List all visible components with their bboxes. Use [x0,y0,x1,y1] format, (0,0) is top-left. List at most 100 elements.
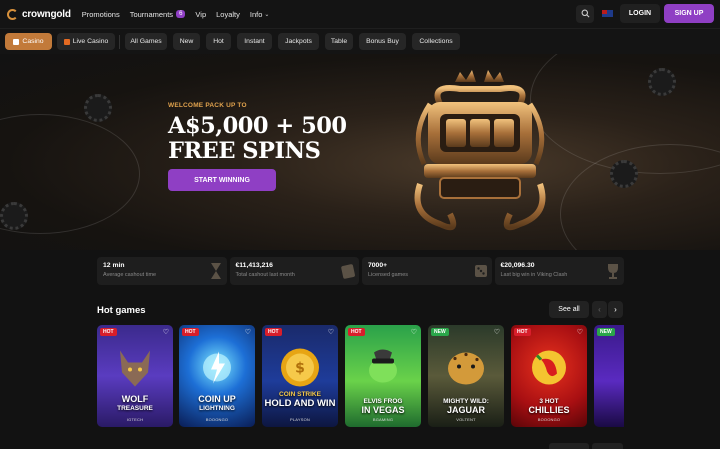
game-title: WOLF TREASURE [97,395,173,413]
game-card[interactable]: HOT ♡ WOLF TREASURE IGTECH [97,325,173,427]
game-card[interactable]: $ HOT ♡ COIN STRIKE HOLD AND WIN PLAYSON [262,325,338,427]
logo[interactable]: crowngold [7,8,71,20]
tournaments-count-badge: 6 [176,10,186,18]
game-card[interactable]: HOT ♡ COIN UP LIGHTNING BOOONGO [179,325,255,427]
hot-tag: HOT [514,328,531,336]
tab-live-casino[interactable]: Live Casino [57,33,115,50]
logo-text: crowngold [22,8,71,20]
hot-tag: HOT [182,328,199,336]
chip-jackpots[interactable]: Jackpots [278,33,319,50]
game-card[interactable]: HOT ♡ 3 HOT CHILLIES BOOONGO [511,325,587,427]
game-provider: VOLTENT [456,417,476,422]
stat-licensed-games: 7000+ Licensed games [362,257,492,285]
stat-total-cashout: €11,413,216 Total cashout last month [229,257,359,285]
trophy-icon [608,264,618,279]
chip-bonus-buy[interactable]: Bonus Buy [359,33,406,50]
poker-chip-icon [0,202,28,230]
game-title: ELVIS FROG IN VEGAS [345,397,421,415]
nav-vip[interactable]: Vip [195,10,206,19]
slot-machine-illustration [414,70,546,231]
nav-tournaments[interactable]: Tournaments 6 [130,10,186,19]
game-provider: IGTECH [126,417,144,422]
divider [119,35,120,49]
nav-loyalty[interactable]: Loyalty [216,10,240,19]
chip-collections[interactable]: Collections [412,33,460,50]
hot-games-carousel: HOT ♡ WOLF TREASURE IGTECH HOT ♡ COIN UP L… [97,325,624,428]
favorite-heart-icon[interactable]: ♡ [411,328,417,336]
poker-chip-icon [84,94,112,122]
search-button[interactable] [576,4,594,23]
tab-label: Live Casino [72,38,109,45]
hot-tag: HOT [348,328,365,336]
chevron-left-icon: ‹ [598,305,601,314]
nav-label: Loyalty [216,9,240,19]
nav-promotions[interactable]: Promotions [82,10,120,19]
nav-label: Vip [195,9,207,19]
next-section-button[interactable] [549,443,589,449]
tab-casino[interactable]: Casino [5,33,52,50]
tab-label: Casino [22,38,44,45]
game-card[interactable]: HOT ♡ ELVIS FROG IN VEGAS BGAMING [345,325,421,427]
new-tag: NEW [431,328,449,336]
lightning-coin-art [195,345,239,394]
chevron-down-icon: ⌄ [264,11,270,18]
game-title-main: HOLD AND WIN [264,398,336,409]
game-title-sub: 3 F [594,397,624,406]
stat-cashout-time: 12 min Average cashout time [97,257,227,285]
nav-label: Info [249,9,263,19]
chevron-right-icon: › [614,305,617,314]
hero-title-line: FREE SPINS [168,138,321,164]
category-bar: Casino Live Casino All Games New Hot Ins… [0,28,720,54]
see-all-button[interactable]: See all [549,301,589,318]
game-card[interactable]: NEW ♡ MIGHTY WILD: JAGUAR VOLTENT [428,325,504,427]
game-title-main: E [594,406,624,415]
poker-chip-icon [648,68,676,96]
new-tag: NEW [597,328,615,336]
game-title: 3 FE [594,397,624,415]
game-title-sub: TREASURE [117,405,153,412]
favorite-heart-icon[interactable]: ♡ [577,328,583,336]
search-icon [581,9,589,18]
game-title: COIN UP LIGHTNING [179,395,255,413]
chip-all-games[interactable]: All Games [125,33,167,50]
poker-chip-icon [610,160,638,188]
top-header: crowngold Promotions Tournaments 6 Vip Lo… [0,0,720,28]
chip-new[interactable]: New [173,33,200,50]
game-provider: BOOONGO [537,417,561,422]
favorite-heart-icon[interactable]: ♡ [328,328,334,336]
chip-instant[interactable]: Instant [237,33,272,50]
header-actions: LOGIN SIGN UP [576,4,714,23]
chip-table[interactable]: Table [325,33,353,50]
game-title-main: COIN UP [198,394,236,404]
game-title: MIGHTY WILD: JAGUAR [428,397,504,415]
favorite-heart-icon[interactable]: ♡ [245,328,251,336]
game-title-main: CHILLIES [528,405,570,415]
nav-label: Promotions [81,9,120,19]
chilli-art [527,345,571,394]
login-button[interactable]: LOGIN [620,4,660,23]
start-winning-button[interactable]: START WINNING [168,169,276,191]
nav-label: Tournaments [129,9,174,19]
prev-button[interactable]: ‹ [592,301,607,318]
australia-flag-icon [601,10,613,17]
game-card[interactable]: NEW 3 FE [594,325,624,427]
crown-logo-icon [7,8,18,20]
next-section-arrows[interactable] [592,443,623,449]
game-title: 3 HOT CHILLIES [511,397,587,415]
favorite-heart-icon[interactable]: ♡ [163,328,169,336]
dice-icon [474,265,487,277]
language-button[interactable] [598,5,616,23]
game-provider: PLAYSON [290,417,310,422]
stats-row: 12 min Average cashout time €11,413,216 … [97,257,624,285]
hot-games-title: Hot games [97,305,146,316]
hot-tag: HOT [100,328,117,336]
signup-button[interactable]: SIGN UP [664,4,714,23]
next-button[interactable]: › [608,301,623,318]
chip-hot[interactable]: Hot [206,33,231,50]
favorite-heart-icon[interactable]: ♡ [494,328,500,336]
hourglass-icon [210,263,221,279]
svg-text:$: $ [295,360,305,376]
nav-info[interactable]: Info ⌄ [250,10,270,19]
game-title-main: IN VEGAS [361,405,405,415]
hero-banner: WELCOME PACK UP TO A$5,000 + 500 FREE SP… [0,54,720,250]
